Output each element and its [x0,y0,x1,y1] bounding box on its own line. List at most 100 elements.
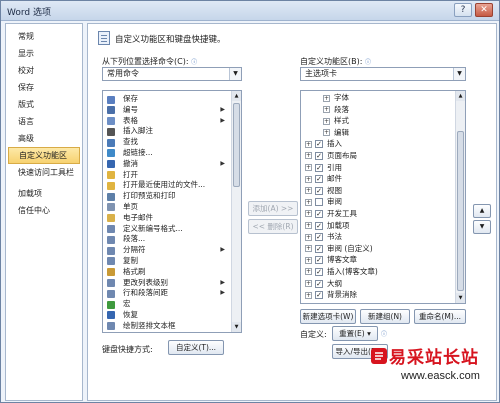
command-item[interactable]: 宏 [103,299,241,310]
expand-icon[interactable]: + [305,280,312,287]
expand-icon[interactable]: + [323,117,330,125]
command-item[interactable]: 定义新编号格式... [103,224,241,235]
nav-item-proofing[interactable]: 校对 [8,62,80,79]
command-item[interactable]: 电子邮件 [103,213,241,224]
ribbon-tree-scrollbar[interactable]: ▲ ▼ [455,91,465,303]
expand-icon[interactable]: + [305,233,312,241]
ribbon-tree-item[interactable]: + ✓ 审阅 (自定义) [301,243,465,255]
expand-icon[interactable]: + [305,256,312,264]
choose-commands-dropdown[interactable]: 常用命令 ▼ [102,67,242,81]
command-item[interactable]: 分隔符 ▶ [103,245,241,256]
command-item[interactable]: 更改列表级别 ▶ [103,278,241,289]
nav-item-trust-center[interactable]: 信任中心 [8,202,80,219]
command-item[interactable]: 打开最近使用过的文件... [103,180,241,191]
command-item[interactable]: 绘制竖排文本框 [103,321,241,332]
command-item[interactable]: 复制 [103,256,241,267]
expand-icon[interactable]: + [305,152,312,160]
close-button[interactable]: ✕ [475,3,493,17]
nav-item-layout[interactable]: 版式 [8,96,80,113]
ribbon-tree-item[interactable]: + 样式 [301,115,465,127]
command-item[interactable]: 查找 [103,137,241,148]
scroll-up-icon[interactable]: ▲ [232,91,241,101]
ribbon-tree-item[interactable]: + ✓ 大纲 [301,278,465,290]
command-item[interactable]: 编号 ▶ [103,105,241,116]
new-tab-button[interactable]: 新建选项卡(W) [300,309,356,324]
command-item[interactable]: 段落... [103,234,241,245]
tab-checkbox[interactable]: ✓ [315,140,323,149]
command-item[interactable]: 保存 [103,94,241,105]
customize-shortcuts-button[interactable]: 自定义(T)... [168,340,224,355]
command-item[interactable]: 插入脚注 [103,126,241,137]
nav-item-customize-ribbon[interactable]: 自定义功能区 [8,147,80,164]
expand-icon[interactable]: + [305,222,312,230]
ribbon-tree-item[interactable]: + ✓ 书法 [301,231,465,243]
expand-icon[interactable]: + [305,268,312,276]
command-item[interactable]: 表格 ▶ [103,116,241,127]
tab-checkbox[interactable]: ✓ [315,267,323,276]
ribbon-tree-item[interactable]: + ✓ 加载项 [301,220,465,232]
ribbon-tree-item[interactable]: + ✓ 视图 [301,185,465,197]
command-item[interactable]: 打印预览和打印 [103,191,241,202]
nav-item-save[interactable]: 保存 [8,79,80,96]
expand-icon[interactable]: + [323,129,330,137]
ribbon-tree-item[interactable]: + 字体 [301,92,465,104]
command-item[interactable]: 绘制表格 [103,332,241,333]
expand-icon[interactable]: + [305,187,312,195]
command-item[interactable]: 撤消 ▶ [103,159,241,170]
nav-item-language[interactable]: 语言 [8,113,80,130]
ribbon-tree-item[interactable]: + ✓ 邮件 [301,173,465,185]
tab-checkbox[interactable]: ✓ [315,163,323,172]
command-item[interactable]: 超链接... [103,148,241,159]
expand-icon[interactable]: + [323,106,330,114]
tab-checkbox[interactable]: ✓ [315,256,323,265]
rename-button[interactable]: 重命名(M)... [414,309,466,324]
customize-ribbon-dropdown[interactable]: 主选项卡 ▼ [300,67,466,81]
ribbon-tabs-tree[interactable]: + 字体 + 段落 + 样式 + 编辑 + ✓ 插入 + ✓ 页面布局 + ✓ 引用 + ✓ 邮件 + ✓ 视图 + 审阅 + ✓ 开… [300,90,466,304]
move-up-button[interactable]: ▲ [473,204,491,218]
command-item[interactable]: 打开 [103,170,241,181]
ribbon-tree-item[interactable]: + 审阅 [301,196,465,208]
scroll-down-icon[interactable]: ▼ [232,322,241,332]
ribbon-tree-item[interactable]: + 编辑 [301,127,465,139]
tab-checkbox[interactable]: ✓ [315,244,323,253]
chevron-down-icon[interactable]: ▼ [453,68,465,80]
command-item[interactable]: 行和段落间距 ▶ [103,288,241,299]
tab-checkbox[interactable]: ✓ [315,175,323,184]
tab-checkbox[interactable]: ✓ [315,151,323,160]
add-button[interactable]: 添加(A) >> [248,201,298,216]
ribbon-tree-item[interactable]: + ✓ 页面布局 [301,150,465,162]
tab-checkbox[interactable]: ✓ [315,221,323,230]
expand-icon[interactable]: + [305,291,312,299]
expand-icon[interactable]: + [305,198,312,206]
expand-icon[interactable]: + [305,210,312,218]
tab-checkbox[interactable]: ✓ [315,291,323,300]
nav-item-general[interactable]: 常规 [8,28,80,45]
nav-item-add-ins[interactable]: 加载项 [8,185,80,202]
nav-item-advanced[interactable]: 高级 [8,130,80,147]
remove-button[interactable]: << 删除(R) [248,219,298,234]
tab-checkbox[interactable]: ✓ [315,186,323,195]
ribbon-tree-item[interactable]: + ✓ 背景消除 [301,289,465,301]
ribbon-tree-item[interactable]: + ✓ 插入 [301,138,465,150]
ribbon-tree-item[interactable]: + ✓ 插入(博客文章) [301,266,465,278]
scroll-up-icon[interactable]: ▲ [456,91,465,101]
expand-icon[interactable]: + [323,94,330,102]
reset-button[interactable]: 重置(E) ▾ [332,326,378,341]
new-group-button[interactable]: 新建组(N) [360,309,410,324]
chevron-down-icon[interactable]: ▼ [229,68,241,80]
nav-item-display[interactable]: 显示 [8,45,80,62]
ribbon-tree-item[interactable]: + ✓ 引用 [301,162,465,174]
commands-list[interactable]: 保存 编号 ▶ 表格 ▶ 插入脚注 查找 超链接... 撤消 ▶ 打开 打开最近使用过的文件... 打印… [102,90,242,333]
commands-scrollbar[interactable]: ▲ ▼ [231,91,241,332]
tab-checkbox[interactable]: ✓ [315,279,323,288]
expand-icon[interactable]: + [305,164,312,172]
move-down-button[interactable]: ▼ [473,220,491,234]
expand-icon[interactable]: + [305,245,312,253]
tab-checkbox[interactable]: ✓ [315,209,323,218]
tab-checkbox[interactable]: ✓ [315,233,323,242]
ribbon-tree-item[interactable]: + ✓ 博客文章 [301,254,465,266]
expand-icon[interactable]: + [305,175,312,183]
tab-checkbox[interactable] [315,198,323,207]
command-item[interactable]: 单页 [103,202,241,213]
nav-item-quick-access-toolbar[interactable]: 快速访问工具栏 [8,164,80,181]
